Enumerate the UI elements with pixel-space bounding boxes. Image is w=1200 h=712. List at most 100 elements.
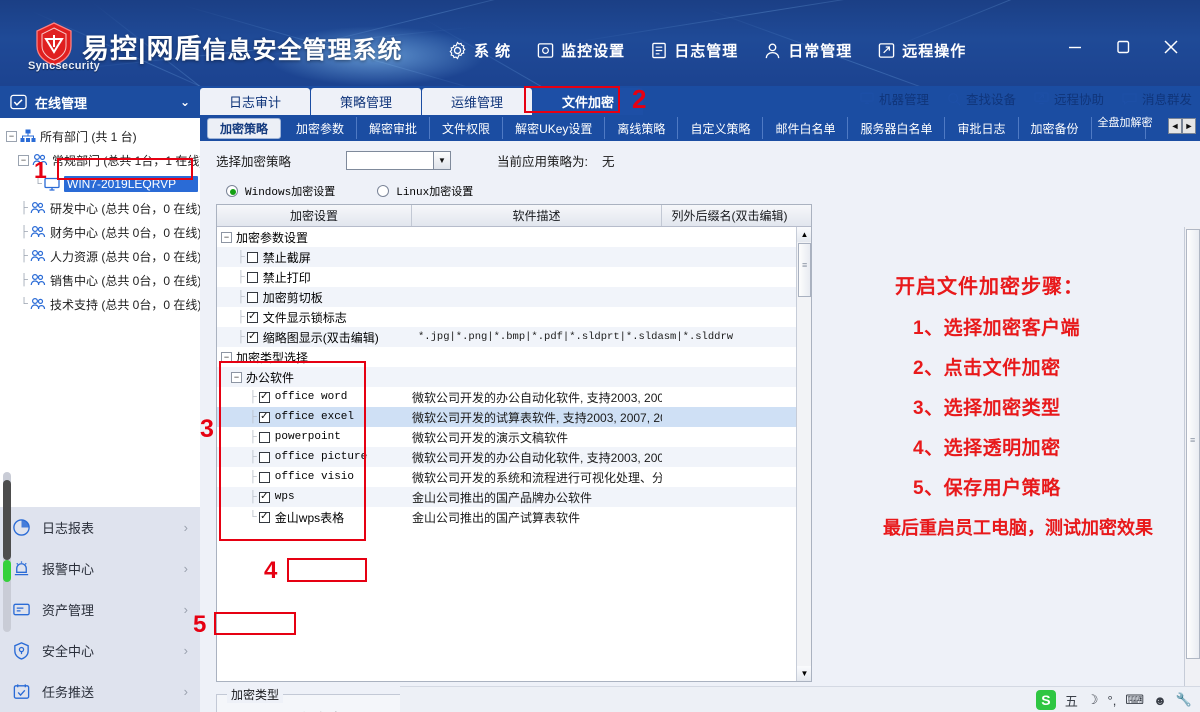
tree-toggle[interactable]: −	[221, 232, 232, 243]
tab-ops-management[interactable]: 运维管理	[422, 88, 532, 115]
row-checkbox[interactable]	[259, 452, 270, 463]
tree-node-rd-center[interactable]: ├ 研发中心 (总共 0台，0 在线)	[2, 196, 200, 220]
table-row[interactable]: ├ 加密剪切板	[217, 287, 811, 307]
row-checkbox[interactable]	[247, 332, 258, 343]
checkbox-icon	[10, 94, 27, 110]
tree-node-finance-center[interactable]: ├ 财务中心 (总共 0台，0 在线)	[2, 220, 200, 244]
subtab-custom-policy[interactable]: 自定义策略	[678, 117, 763, 139]
chevron-down-icon[interactable]: ▼	[433, 152, 450, 169]
table-row[interactable]: ├ office visio 微软公司开发的系统和流程进行可视化处理、分析和…	[217, 467, 811, 487]
menu-item-monitor-settings[interactable]: 监控设置	[537, 40, 625, 61]
quick-action-remote-assist[interactable]: 远程协助	[1034, 89, 1104, 108]
tab-policy-management[interactable]: 策略管理	[311, 88, 421, 115]
row-desc-cell: *.jpg|*.png|*.bmp|*.pdf|*.sldprt|*.sldas…	[412, 331, 797, 343]
chevron-down-icon[interactable]: ⌄	[180, 95, 190, 109]
table-row[interactable]: ├ powerpoint 微软公司开发的演示文稿软件	[217, 427, 811, 447]
subtab-mail-whitelist[interactable]: 邮件白名单	[763, 117, 848, 139]
row-checkbox[interactable]	[247, 272, 258, 283]
maximize-button[interactable]	[1112, 36, 1134, 58]
scroll-up-button[interactable]: ▲	[797, 227, 811, 242]
row-checkbox[interactable]	[259, 432, 270, 443]
tree-toggle[interactable]: −	[221, 352, 232, 363]
quick-action-machine-management[interactable]: 机器管理	[860, 89, 929, 108]
subtab-encryption-backup[interactable]: 加密备份	[1019, 117, 1092, 139]
quick-action-find-device[interactable]: 查找设备	[947, 89, 1016, 108]
subtab-offline-policy[interactable]: 离线策略	[605, 117, 678, 139]
search-icon	[947, 92, 961, 106]
menu-item-remote-operation[interactable]: 远程操作	[878, 40, 966, 61]
table-row[interactable]: − 加密类型选择	[217, 347, 811, 367]
table-row[interactable]: ├ 禁止截屏	[217, 247, 811, 267]
tree-node-general-department[interactable]: − 常规部门 (总共 1台，1 在线)	[2, 148, 200, 172]
tab-file-encryption[interactable]: 文件加密	[533, 88, 643, 115]
table-row[interactable]: ├ 文件显示锁标志	[217, 307, 811, 327]
subtab-server-whitelist[interactable]: 服务器白名单	[848, 117, 945, 139]
tree-node-host[interactable]: └ WIN7-2019LEQRVP	[2, 172, 200, 196]
ime-punctuation-icon[interactable]: °,	[1108, 693, 1117, 708]
table-row[interactable]: ├ 禁止打印	[217, 267, 811, 287]
sogou-logo-icon[interactable]: S	[1036, 690, 1056, 710]
ime-settings-icon[interactable]: 🔧	[1176, 692, 1192, 708]
sidebar-item-task-push[interactable]: 任务推送 ›	[0, 671, 200, 712]
table-row[interactable]: ├ office picture 微软公司开发的办公自动化软件, 支持2003,…	[217, 447, 811, 467]
page-scrollbar[interactable]	[1184, 227, 1200, 712]
menu-item-log-management[interactable]: 日志管理	[651, 40, 738, 61]
table-row[interactable]: ├ 缩略图显示(双击编辑) *.jpg|*.png|*.bmp|*.pdf|*.…	[217, 327, 811, 347]
menu-item-system[interactable]: 系 统	[448, 40, 511, 61]
tab-scroll-right-button[interactable]: ►	[1182, 118, 1196, 134]
radio-linux-encryption[interactable]: Linux加密设置	[377, 183, 473, 199]
table-row[interactable]: ├ office word 微软公司开发的办公自动化软件, 支持2003, 20…	[217, 387, 811, 407]
tab-scroll-left-button[interactable]: ◄	[1168, 118, 1182, 134]
tree-toggle[interactable]: −	[18, 155, 29, 166]
annotation-steps: 开启文件加密步骤： 1、选择加密客户端 2、点击文件加密 3、选择加密类型 4、…	[895, 277, 1195, 537]
table-row[interactable]: └ 金山wps表格 金山公司推出的国产试算表软件	[217, 507, 811, 527]
scrollbar-thumb[interactable]	[798, 243, 811, 297]
row-checkbox[interactable]	[247, 252, 258, 263]
scroll-down-button[interactable]: ▼	[797, 666, 811, 681]
row-checkbox[interactable]	[259, 472, 270, 483]
sidebar-item-asset-management[interactable]: 资产管理 ›	[0, 589, 200, 630]
subtab-ukey-settings[interactable]: 解密UKey设置	[503, 117, 605, 139]
sidebar-item-log-report[interactable]: 日志报表 ›	[0, 507, 200, 548]
row-checkbox[interactable]	[259, 412, 270, 423]
tree-node-tech-support[interactable]: └ 技术支持 (总共 0台，0 在线)	[2, 292, 200, 316]
subtab-file-permission[interactable]: 文件权限	[430, 117, 503, 139]
subtab-approval-log[interactable]: 审批日志	[945, 117, 1018, 139]
table-row[interactable]: ├ wps 金山公司推出的国产品牌办公软件	[217, 487, 811, 507]
ime-user-icon[interactable]: ☻	[1153, 693, 1167, 708]
table-row[interactable]: − 办公软件	[217, 367, 811, 387]
row-checkbox[interactable]	[247, 292, 258, 303]
row-checkbox[interactable]	[259, 392, 270, 403]
tree-node-all-departments[interactable]: − 所有部门 (共 1 台)	[2, 124, 200, 148]
subtab-encryption-policy[interactable]: 加密策略	[207, 118, 281, 139]
subtab-full-disk-encryption[interactable]: 全盘加解密	[1092, 117, 1146, 139]
current-policy-value: 无	[602, 155, 615, 169]
ime-keyboard-icon[interactable]: ⌨	[1125, 692, 1144, 708]
radio-windows-encryption[interactable]: Windows加密设置	[226, 183, 335, 199]
row-checkbox[interactable]	[259, 492, 270, 503]
sidebar-header[interactable]: 在线管理 ⌄	[0, 86, 200, 118]
tree-node-hr[interactable]: ├ 人力资源 (总共 0台，0 在线)	[2, 244, 200, 268]
menu-item-daily-management[interactable]: 日常管理	[764, 40, 852, 61]
tree-toggle[interactable]: −	[6, 131, 17, 142]
policy-dropdown[interactable]: ▼	[346, 151, 451, 170]
scrollbar-thumb[interactable]	[1186, 229, 1200, 659]
sidebar-item-label: 安全中心	[42, 641, 94, 660]
table-row[interactable]: − 加密参数设置	[217, 227, 811, 247]
sidebar-item-security-center[interactable]: 安全中心 ›	[0, 630, 200, 671]
sidebar-item-alarm-center[interactable]: 报警中心 ›	[0, 548, 200, 589]
tree-node-sales-center[interactable]: ├ 销售中心 (总共 0台，0 在线)	[2, 268, 200, 292]
row-checkbox[interactable]	[247, 312, 258, 323]
subtab-decrypt-approval[interactable]: 解密审批	[357, 117, 430, 139]
minimize-button[interactable]	[1064, 36, 1086, 58]
quick-action-broadcast-message[interactable]: 消息群发	[1122, 89, 1192, 108]
subtab-encryption-params[interactable]: 加密参数	[284, 117, 357, 139]
tab-log-audit[interactable]: 日志审计	[200, 88, 310, 115]
tree-toggle[interactable]: −	[231, 372, 242, 383]
table-scrollbar[interactable]: ▲ ▼	[796, 227, 811, 681]
ime-mode-icon[interactable]: 五	[1065, 691, 1078, 710]
row-checkbox[interactable]	[259, 512, 270, 523]
ime-moon-icon[interactable]: ☽	[1087, 692, 1099, 708]
table-row[interactable]: ├ office excel 微软公司开发的试算表软件, 支持2003, 200…	[217, 407, 811, 427]
close-button[interactable]	[1160, 36, 1182, 58]
